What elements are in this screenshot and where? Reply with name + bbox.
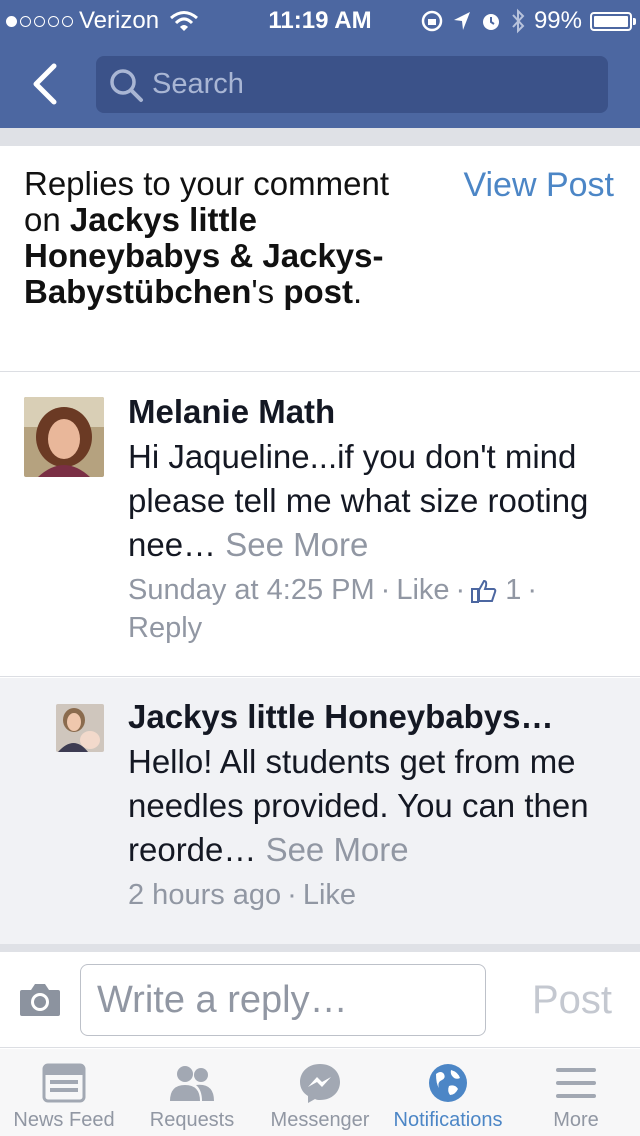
comment-author[interactable]: Melanie Math [128,393,618,431]
post-button[interactable]: Post [532,978,612,1023]
top-bar: Verizon 11:19 AM 99% [0,0,640,128]
menu-icon [556,1068,596,1098]
location-icon [453,12,470,30]
comment-meta: Sunday at 4:25 PM · Like · 1 · Reply [128,574,538,644]
like-link[interactable]: Like [303,879,356,911]
alarm-icon [482,14,499,30]
reply-input[interactable] [80,964,486,1036]
status-bar: Verizon 11:19 AM 99% [0,0,640,40]
tab-notifications[interactable]: Notifications [384,1049,512,1136]
camera-icon[interactable] [18,980,62,1018]
comment-meta: 2 hours ago · Like [128,879,357,911]
thumbs-up-icon [471,579,497,603]
comment-text: Hello! All students get from me needles … [128,743,589,868]
status-right: 99% [420,7,636,35]
tab-more[interactable]: More [512,1049,640,1136]
see-more-link[interactable]: See More [266,831,409,868]
news-feed-icon [42,1063,86,1103]
page-title: Replies to your comment on Jackys little… [24,165,389,310]
rotation-lock-icon [421,10,443,32]
tab-news-feed[interactable]: News Feed [0,1049,128,1136]
comment-timestamp: 2 hours ago [128,879,282,911]
comment-body: Jackys little Honeybabys… Hello! All stu… [128,698,618,914]
search-icon [110,68,143,102]
tab-requests[interactable]: Requests [128,1049,256,1136]
reply-bar: Post [0,952,640,1048]
bluetooth-icon [512,8,525,34]
search-bar[interactable] [96,56,608,113]
like-count: 1 [505,574,522,606]
replies-header: Replies to your comment on Jackys little… [0,146,640,372]
divider [0,944,640,952]
avatar[interactable] [56,704,104,752]
battery-icon [590,11,636,31]
messenger-icon [300,1064,340,1103]
comment-text: Hi Jaqueline...if you don't mind please … [128,438,589,563]
post-link[interactable]: post [283,273,353,310]
divider [0,128,640,146]
view-post-link[interactable]: View Post [463,166,614,205]
avatar[interactable] [24,397,104,477]
comment-author[interactable]: Jackys little Honeybabys… [128,698,618,736]
comment-body: Melanie Math Hi Jaqueline...if you don't… [128,393,618,647]
tab-messenger[interactable]: Messenger [256,1049,384,1136]
search-input[interactable] [152,68,572,101]
tab-bar: News Feed Requests Messenger Notificatio… [0,1049,640,1136]
globe-icon [429,1064,467,1102]
reply-comment: Jackys little Honeybabys… Hello! All stu… [0,678,640,944]
see-more-link[interactable]: See More [225,526,368,563]
comment-timestamp: Sunday at 4:25 PM [128,574,375,606]
comment: Melanie Math Hi Jaqueline...if you don't… [0,373,640,677]
back-arrow-icon[interactable] [28,62,64,106]
reply-link[interactable]: Reply [128,612,202,644]
like-link[interactable]: Like [396,574,449,606]
battery-percent: 99% [533,7,582,34]
friend-requests-icon [170,1066,214,1101]
